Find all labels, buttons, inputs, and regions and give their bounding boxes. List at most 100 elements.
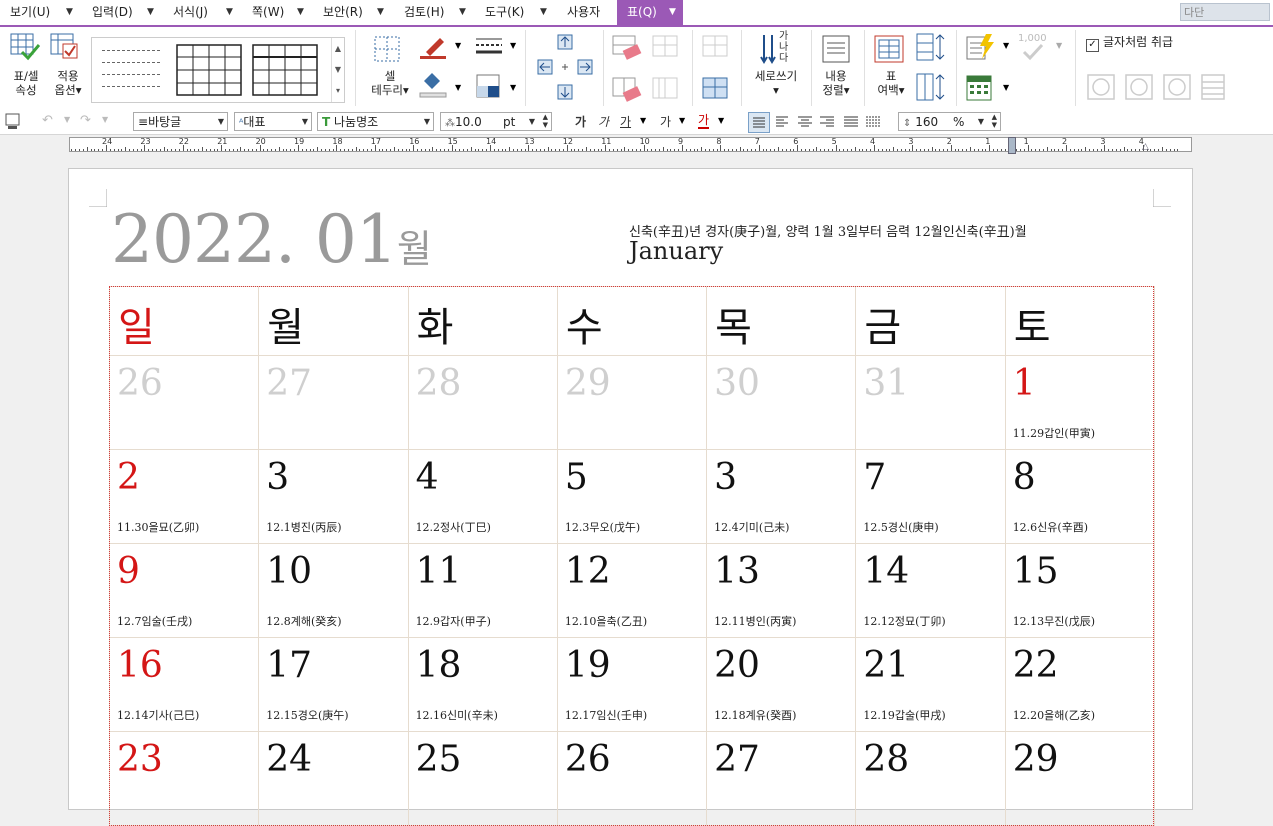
chevron-down-icon[interactable]: ▼ [332, 59, 344, 80]
align-split-icon[interactable] [864, 113, 882, 131]
quick-calc-icon[interactable] [966, 33, 996, 61]
chevron-down-icon[interactable]: ▼ [679, 116, 685, 125]
chevron-down-icon[interactable]: ▼ [377, 0, 384, 25]
document-page[interactable]: 2022. 01월 신축(辛丑)년 경자(庚子)월, 양력 1월 3일부터 음력… [68, 168, 1193, 826]
menu-page[interactable]: 쪽(W) [252, 0, 284, 25]
weekday-header[interactable]: 토 [1004, 286, 1156, 356]
calendar-day-cell[interactable]: 15 12.13무진(戊辰) [1004, 543, 1156, 638]
chevron-down-icon[interactable]: ▼ [455, 41, 461, 50]
weekday-header[interactable]: 수 [556, 286, 708, 356]
horizontal-ruler[interactable]: 24 23 22 21 20 19 18 17 16 15 14 13 12 11 10 9 8 7 6 5 4 3 2 1 1… [69, 137, 1192, 152]
view-mode-icon[interactable] [4, 113, 22, 130]
calendar-day-cell[interactable]: 3 12.1병진(丙辰) [258, 449, 409, 544]
calendar-day-cell[interactable]: 3 12.4기미(己未) [706, 449, 857, 544]
calendar-day-cell[interactable]: 1 11.29갑인(甲寅) [1004, 355, 1156, 450]
chevron-down-icon[interactable]: ▼ [1003, 41, 1009, 50]
weekday-header[interactable]: 화 [407, 286, 558, 356]
content-align-icon[interactable] [822, 35, 850, 63]
calendar-day-cell[interactable]: 2 11.30을묘(乙卯) [108, 449, 260, 544]
chevron-down-icon[interactable]: ▼ [510, 41, 516, 50]
tab-stop-marker[interactable]: △ [1142, 142, 1149, 152]
calendar-day-cell[interactable]: 12 12.10을축(乙丑) [556, 543, 708, 638]
spinner-icon[interactable]: ▲ ▼ [543, 113, 548, 129]
cell-border-icon[interactable] [373, 35, 401, 63]
vertical-text-button[interactable]: 세로쓰기 ▾ [748, 69, 804, 97]
italic-button[interactable]: 가 [598, 113, 609, 131]
weekday-header[interactable]: 월 [258, 286, 409, 356]
eraser-col-icon[interactable] [612, 77, 642, 103]
calendar-day-cell[interactable]: 21 12.19갑술(甲戌) [855, 637, 1006, 732]
calendar-day-cell[interactable]: 29 [556, 355, 708, 450]
calendar-day-cell[interactable]: 26 [108, 355, 260, 450]
menu-format[interactable]: 서식(J) [173, 0, 208, 25]
indent-marker[interactable] [1008, 137, 1016, 154]
align-left-icon[interactable] [774, 113, 792, 131]
menu-insert[interactable]: 입력(D) [92, 0, 133, 25]
chevron-down-icon[interactable]: ▼ [66, 0, 73, 25]
chevron-down-icon[interactable]: ▼ [302, 113, 308, 130]
cell-width-icon[interactable] [702, 77, 730, 101]
row-height-equal-icon[interactable] [916, 33, 946, 63]
chevron-down-icon[interactable]: ▼ [147, 0, 154, 25]
expand-icon[interactable]: ▾ [332, 80, 344, 101]
chevron-down-icon[interactable]: ▼ [529, 113, 535, 130]
calendar-day-cell[interactable]: 25 [407, 731, 558, 826]
calendar-day-cell[interactable]: 22 12.20을해(乙亥) [1004, 637, 1156, 732]
calendar-day-cell[interactable]: 4 12.2정사(丁巳) [407, 449, 558, 544]
calendar-day-cell[interactable]: 30 [706, 355, 857, 450]
table-cell-props-button[interactable]: 표/셀 속성 [10, 69, 42, 97]
chevron-down-icon[interactable]: ▾ [748, 83, 804, 97]
quick-search-input[interactable]: 다단 [1180, 3, 1270, 21]
calendar-day-cell[interactable]: 28 [407, 355, 558, 450]
treat-as-char-checkbox[interactable]: ✓ 글자처럼 취급 [1086, 33, 1173, 52]
chevron-down-icon[interactable]: ▼ [510, 83, 516, 92]
align-center-icon[interactable] [796, 113, 814, 131]
insert-rows-cols-icon[interactable] [537, 33, 597, 103]
weekday-header[interactable]: 금 [855, 286, 1006, 356]
fill-bucket-icon[interactable] [418, 71, 448, 99]
bold-button[interactable]: 가 [575, 113, 586, 131]
table-margin-button[interactable]: 표 여백▾ [870, 69, 912, 97]
col-width-equal-icon[interactable] [916, 73, 946, 103]
chevron-down-icon[interactable]: ▼ [669, 0, 676, 25]
table-style-grid[interactable] [176, 44, 242, 96]
calendar-day-cell[interactable]: 29 [1004, 731, 1156, 826]
menu-security[interactable]: 보안(R) [323, 0, 363, 25]
calendar-day-cell[interactable]: 27 [258, 355, 409, 450]
calendar-grid[interactable]: 일월화수목금토 26 27 28 29 30 31 1 11.29갑인(甲寅) 2 11.30을묘… [108, 286, 1156, 826]
chevron-down-icon[interactable]: ▼ [459, 0, 466, 25]
content-align-button[interactable]: 내용 정렬▾ [816, 69, 856, 97]
menu-table[interactable]: 표(Q) ▼ [617, 0, 683, 25]
chevron-down-icon[interactable]: ▼ [226, 0, 233, 25]
align-distribute-icon[interactable] [842, 113, 860, 131]
gallery-scroll[interactable]: ▲ ▼ ▾ [331, 38, 344, 102]
font-select[interactable]: T 나눔명조 ▼ [317, 112, 434, 131]
calendar-day-cell[interactable]: 17 12.15경오(庚午) [258, 637, 409, 732]
menu-user[interactable]: 사용자 [567, 0, 600, 25]
chevron-down-icon[interactable]: ▼ [218, 113, 224, 130]
menu-view[interactable]: 보기(U) [10, 0, 50, 25]
strikethrough-button[interactable]: 가 [660, 113, 671, 131]
chevron-down-icon[interactable]: ▼ [718, 116, 724, 125]
calendar-day-cell[interactable]: 10 12.8계해(癸亥) [258, 543, 409, 638]
calendar-day-cell[interactable]: 5 12.3무오(戊午) [556, 449, 708, 544]
checkbox-checked-icon[interactable]: ✓ [1086, 39, 1099, 52]
font-color-button[interactable]: 가 [698, 113, 710, 129]
chevron-down-icon[interactable]: ▼ [1003, 83, 1009, 92]
table-style-dotted[interactable] [100, 44, 168, 96]
chevron-down-icon[interactable]: ▼ [640, 116, 646, 125]
cell-shade-icon[interactable] [476, 74, 500, 98]
calendar-day-cell[interactable]: 28 [855, 731, 1006, 826]
calendar-day-cell[interactable]: 18 12.16신미(辛未) [407, 637, 558, 732]
chevron-down-icon[interactable]: ▼ [424, 113, 430, 130]
table-margin-icon[interactable] [874, 35, 904, 63]
chevron-down-icon[interactable]: ▼ [297, 0, 304, 25]
calendar-table[interactable]: 일월화수목금토 26 27 28 29 30 31 1 11.29갑인(甲寅) 2 11.30을묘… [108, 286, 1156, 826]
table-properties-icon[interactable] [10, 33, 40, 61]
paragraph-style-select[interactable]: ≡바탕글 ▼ [133, 112, 228, 131]
align-right-icon[interactable] [818, 113, 836, 131]
chevron-up-icon[interactable]: ▲ [332, 38, 344, 59]
table-style-gallery[interactable]: ▲ ▼ ▾ [91, 37, 345, 103]
calendar-day-cell[interactable]: 27 [706, 731, 857, 826]
table-style-grid-bold[interactable] [252, 44, 318, 96]
